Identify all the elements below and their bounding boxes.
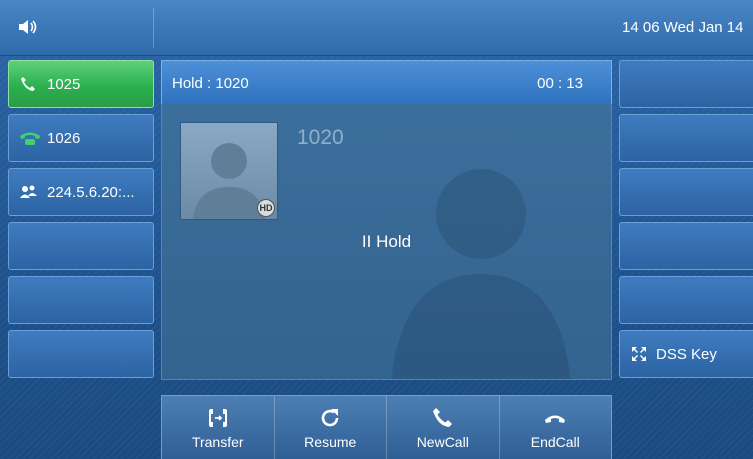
call-timer: 00 : 13 (537, 75, 583, 92)
line-key-1026[interactable]: 1026 (8, 114, 154, 162)
multicast-users-icon (19, 183, 41, 201)
softkey-bar: Transfer Resume NewCall EndCall (161, 395, 612, 459)
hold-status: II Hold (361, 232, 412, 251)
refresh-icon (321, 408, 339, 426)
transfer-button[interactable]: Transfer (162, 396, 275, 459)
resume-button[interactable]: Resume (275, 396, 387, 459)
speaker-icon[interactable] (16, 16, 38, 38)
line-key-empty-4[interactable] (8, 222, 154, 270)
softkey-label: Resume (304, 433, 357, 450)
dss-key-3[interactable] (619, 168, 753, 216)
hangup-icon (545, 415, 566, 423)
status-divider (153, 8, 154, 48)
caller-avatar: HD (180, 122, 278, 220)
phone-green-icon (19, 75, 41, 93)
call-panel: HD 1020 II Hold (161, 104, 612, 380)
softkey-label: Transfer (191, 433, 244, 450)
dss-key-2[interactable] (619, 114, 753, 162)
caller-silhouette-icon (391, 169, 571, 379)
line-key-empty-6[interactable] (8, 330, 154, 378)
line-key-empty-5[interactable] (8, 276, 154, 324)
dss-key-button[interactable]: DSS Key (619, 330, 753, 378)
caller-number: 1020 (297, 126, 344, 149)
softkey-label: EndCall (530, 433, 580, 450)
newcall-button[interactable]: NewCall (387, 396, 500, 459)
endcall-button[interactable]: EndCall (500, 396, 612, 459)
softkey-label: NewCall (416, 433, 469, 450)
expand-arrows-icon (632, 347, 646, 361)
dss-key-4[interactable] (619, 222, 753, 270)
call-hold-label: Hold : 1020 (172, 75, 249, 92)
clock: 14 06 Wed Jan 14 (622, 19, 744, 36)
hd-badge: HD (257, 199, 275, 217)
call-header: Hold : 1020 00 : 13 (161, 60, 612, 104)
dss-key-label: DSS Key (656, 345, 717, 363)
transfer-icon (208, 408, 227, 427)
phone-handset-icon (19, 129, 41, 147)
line-key-1025[interactable]: 1025 (8, 60, 154, 108)
dss-key-5[interactable] (619, 276, 753, 324)
line-key-label: 1025 (47, 75, 81, 93)
dss-key-1[interactable] (619, 60, 753, 108)
line-key-label: 224.5.6.20:... (47, 183, 135, 201)
status-bar: 14 06 Wed Jan 14 (0, 0, 753, 56)
phone-icon (432, 407, 452, 427)
line-key-label: 1026 (47, 129, 81, 147)
line-key-multicast[interactable]: 224.5.6.20:... (8, 168, 154, 216)
